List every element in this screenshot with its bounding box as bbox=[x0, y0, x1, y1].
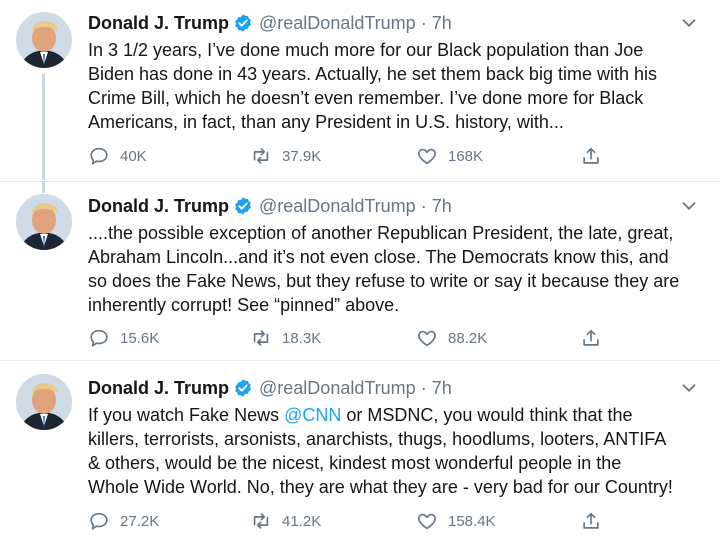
reply-button[interactable]: 27.2K bbox=[88, 510, 159, 532]
separator-dot: · bbox=[420, 12, 427, 33]
tweet-text-line: Crime Bill, which he doesn’t even rememb… bbox=[88, 88, 644, 108]
share-button[interactable] bbox=[580, 510, 612, 532]
like-count: 158.4K bbox=[448, 512, 496, 530]
tweet-text-line: & others, would be the nicest, kindest m… bbox=[88, 453, 622, 473]
retweet-button[interactable]: 18.3K bbox=[250, 327, 321, 349]
avatar-image bbox=[16, 12, 72, 68]
tweet-text-line: inherently corrupt! See “pinned” above. bbox=[88, 295, 400, 315]
reply-icon bbox=[90, 147, 108, 165]
tweet-actions: 27.2K 41.2K 158.4K bbox=[88, 510, 628, 534]
verified-badge-icon bbox=[235, 14, 251, 32]
retweet-icon bbox=[253, 148, 269, 164]
retweet-count: 18.3K bbox=[282, 329, 322, 347]
reply-button[interactable]: 15.6K bbox=[88, 327, 159, 349]
tweet-1[interactable]: Donald J. Trump @realDonaldTrump · 7h In… bbox=[0, 0, 720, 180]
handle[interactable]: @realDonaldTrump bbox=[259, 13, 416, 34]
tweet-text-line: so does the Fake News, but they refuse t… bbox=[88, 271, 680, 291]
like-button[interactable]: 158.4K bbox=[416, 510, 496, 532]
tweet-text: In 3 1/2 years, I’ve done much more for … bbox=[88, 38, 714, 134]
tweet-header: Donald J. Trump @realDonaldTrump · 7h bbox=[88, 377, 452, 399]
avatar-image bbox=[16, 374, 72, 430]
share-icon bbox=[583, 329, 599, 346]
retweet-count: 41.2K bbox=[282, 512, 322, 530]
tweet-3[interactable]: Donald J. Trump @realDonaldTrump · 7h If… bbox=[0, 360, 720, 543]
tweet-2[interactable]: Donald J. Trump @realDonaldTrump · 7h ..… bbox=[0, 181, 720, 360]
tweet-text-line: Americans, in fact, than any President i… bbox=[88, 112, 564, 132]
reply-icon bbox=[90, 329, 108, 347]
like-icon bbox=[418, 513, 436, 530]
tweet-text-line: Biden has done in 43 years. Actually, he… bbox=[88, 64, 657, 84]
separator-dot: · bbox=[420, 377, 427, 398]
reply-icon bbox=[90, 512, 108, 530]
reply-count: 40K bbox=[120, 147, 147, 165]
retweet-icon bbox=[253, 513, 269, 529]
thread-line bbox=[42, 74, 45, 180]
like-count: 168K bbox=[448, 147, 484, 165]
display-name[interactable]: Donald J. Trump bbox=[88, 13, 229, 34]
tweet-text: ....the possible exception of another Re… bbox=[88, 221, 714, 317]
like-count: 88.2K bbox=[448, 329, 488, 347]
tweet-text-line: ....the possible exception of another Re… bbox=[88, 223, 674, 243]
like-icon bbox=[418, 330, 436, 347]
like-button[interactable]: 88.2K bbox=[416, 327, 487, 349]
timestamp[interactable]: 7h bbox=[432, 13, 452, 34]
avatar[interactable] bbox=[16, 374, 72, 430]
avatar[interactable] bbox=[16, 194, 72, 250]
tweet-text-segment: or MSDNC, you would think that the bbox=[341, 405, 633, 425]
chevron-down-icon[interactable] bbox=[678, 195, 700, 217]
avatar-image bbox=[16, 194, 72, 250]
share-icon bbox=[583, 147, 599, 164]
like-button[interactable]: 168K bbox=[416, 145, 483, 167]
tweet-actions: 40K 37.9K 168K bbox=[88, 145, 628, 169]
verified-badge-icon bbox=[235, 197, 251, 215]
tweet-actions: 15.6K 18.3K 88.2K bbox=[88, 327, 628, 351]
tweet-text-line: Abraham Lincoln...and it’s not even clos… bbox=[88, 247, 669, 267]
display-name[interactable]: Donald J. Trump bbox=[88, 378, 229, 399]
reply-count: 15.6K bbox=[120, 329, 160, 347]
tweet-text-line: In 3 1/2 years, I’ve done much more for … bbox=[88, 40, 644, 60]
verified-badge-icon bbox=[235, 379, 251, 397]
like-icon bbox=[418, 148, 436, 165]
avatar[interactable] bbox=[16, 12, 72, 68]
separator-dot: · bbox=[420, 195, 427, 216]
share-icon bbox=[583, 512, 599, 529]
chevron-down-icon[interactable] bbox=[678, 377, 700, 399]
retweet-button[interactable]: 41.2K bbox=[250, 510, 321, 532]
tweet-text-line: killers, terrorists, arsonists, anarchis… bbox=[88, 429, 667, 449]
tweet-text-line: Whole Wide World. No, they are what they… bbox=[88, 477, 673, 497]
tweet-header: Donald J. Trump @realDonaldTrump · 7h bbox=[88, 195, 452, 217]
retweet-count: 37.9K bbox=[282, 147, 322, 165]
reply-button[interactable]: 40K bbox=[88, 145, 147, 167]
timestamp[interactable]: 7h bbox=[432, 196, 452, 217]
mention-link[interactable]: @CNN bbox=[284, 405, 341, 425]
handle[interactable]: @realDonaldTrump bbox=[259, 196, 416, 217]
handle[interactable]: @realDonaldTrump bbox=[259, 378, 416, 399]
tweet-text: If you watch Fake News @CNN or MSDNC, yo… bbox=[88, 403, 714, 499]
timestamp[interactable]: 7h bbox=[432, 378, 452, 399]
chevron-down-icon[interactable] bbox=[678, 12, 700, 34]
share-button[interactable] bbox=[580, 145, 612, 167]
retweet-icon bbox=[253, 330, 269, 346]
share-button[interactable] bbox=[580, 327, 612, 349]
retweet-button[interactable]: 37.9K bbox=[250, 145, 321, 167]
reply-count: 27.2K bbox=[120, 512, 160, 530]
thread-line bbox=[42, 181, 45, 193]
tweet-text-line: If you watch Fake News @CNN or MSDNC, yo… bbox=[88, 403, 714, 427]
display-name[interactable]: Donald J. Trump bbox=[88, 196, 229, 217]
tweet-text-segment: If you watch Fake News bbox=[88, 405, 285, 425]
tweet-header: Donald J. Trump @realDonaldTrump · 7h bbox=[88, 12, 452, 34]
